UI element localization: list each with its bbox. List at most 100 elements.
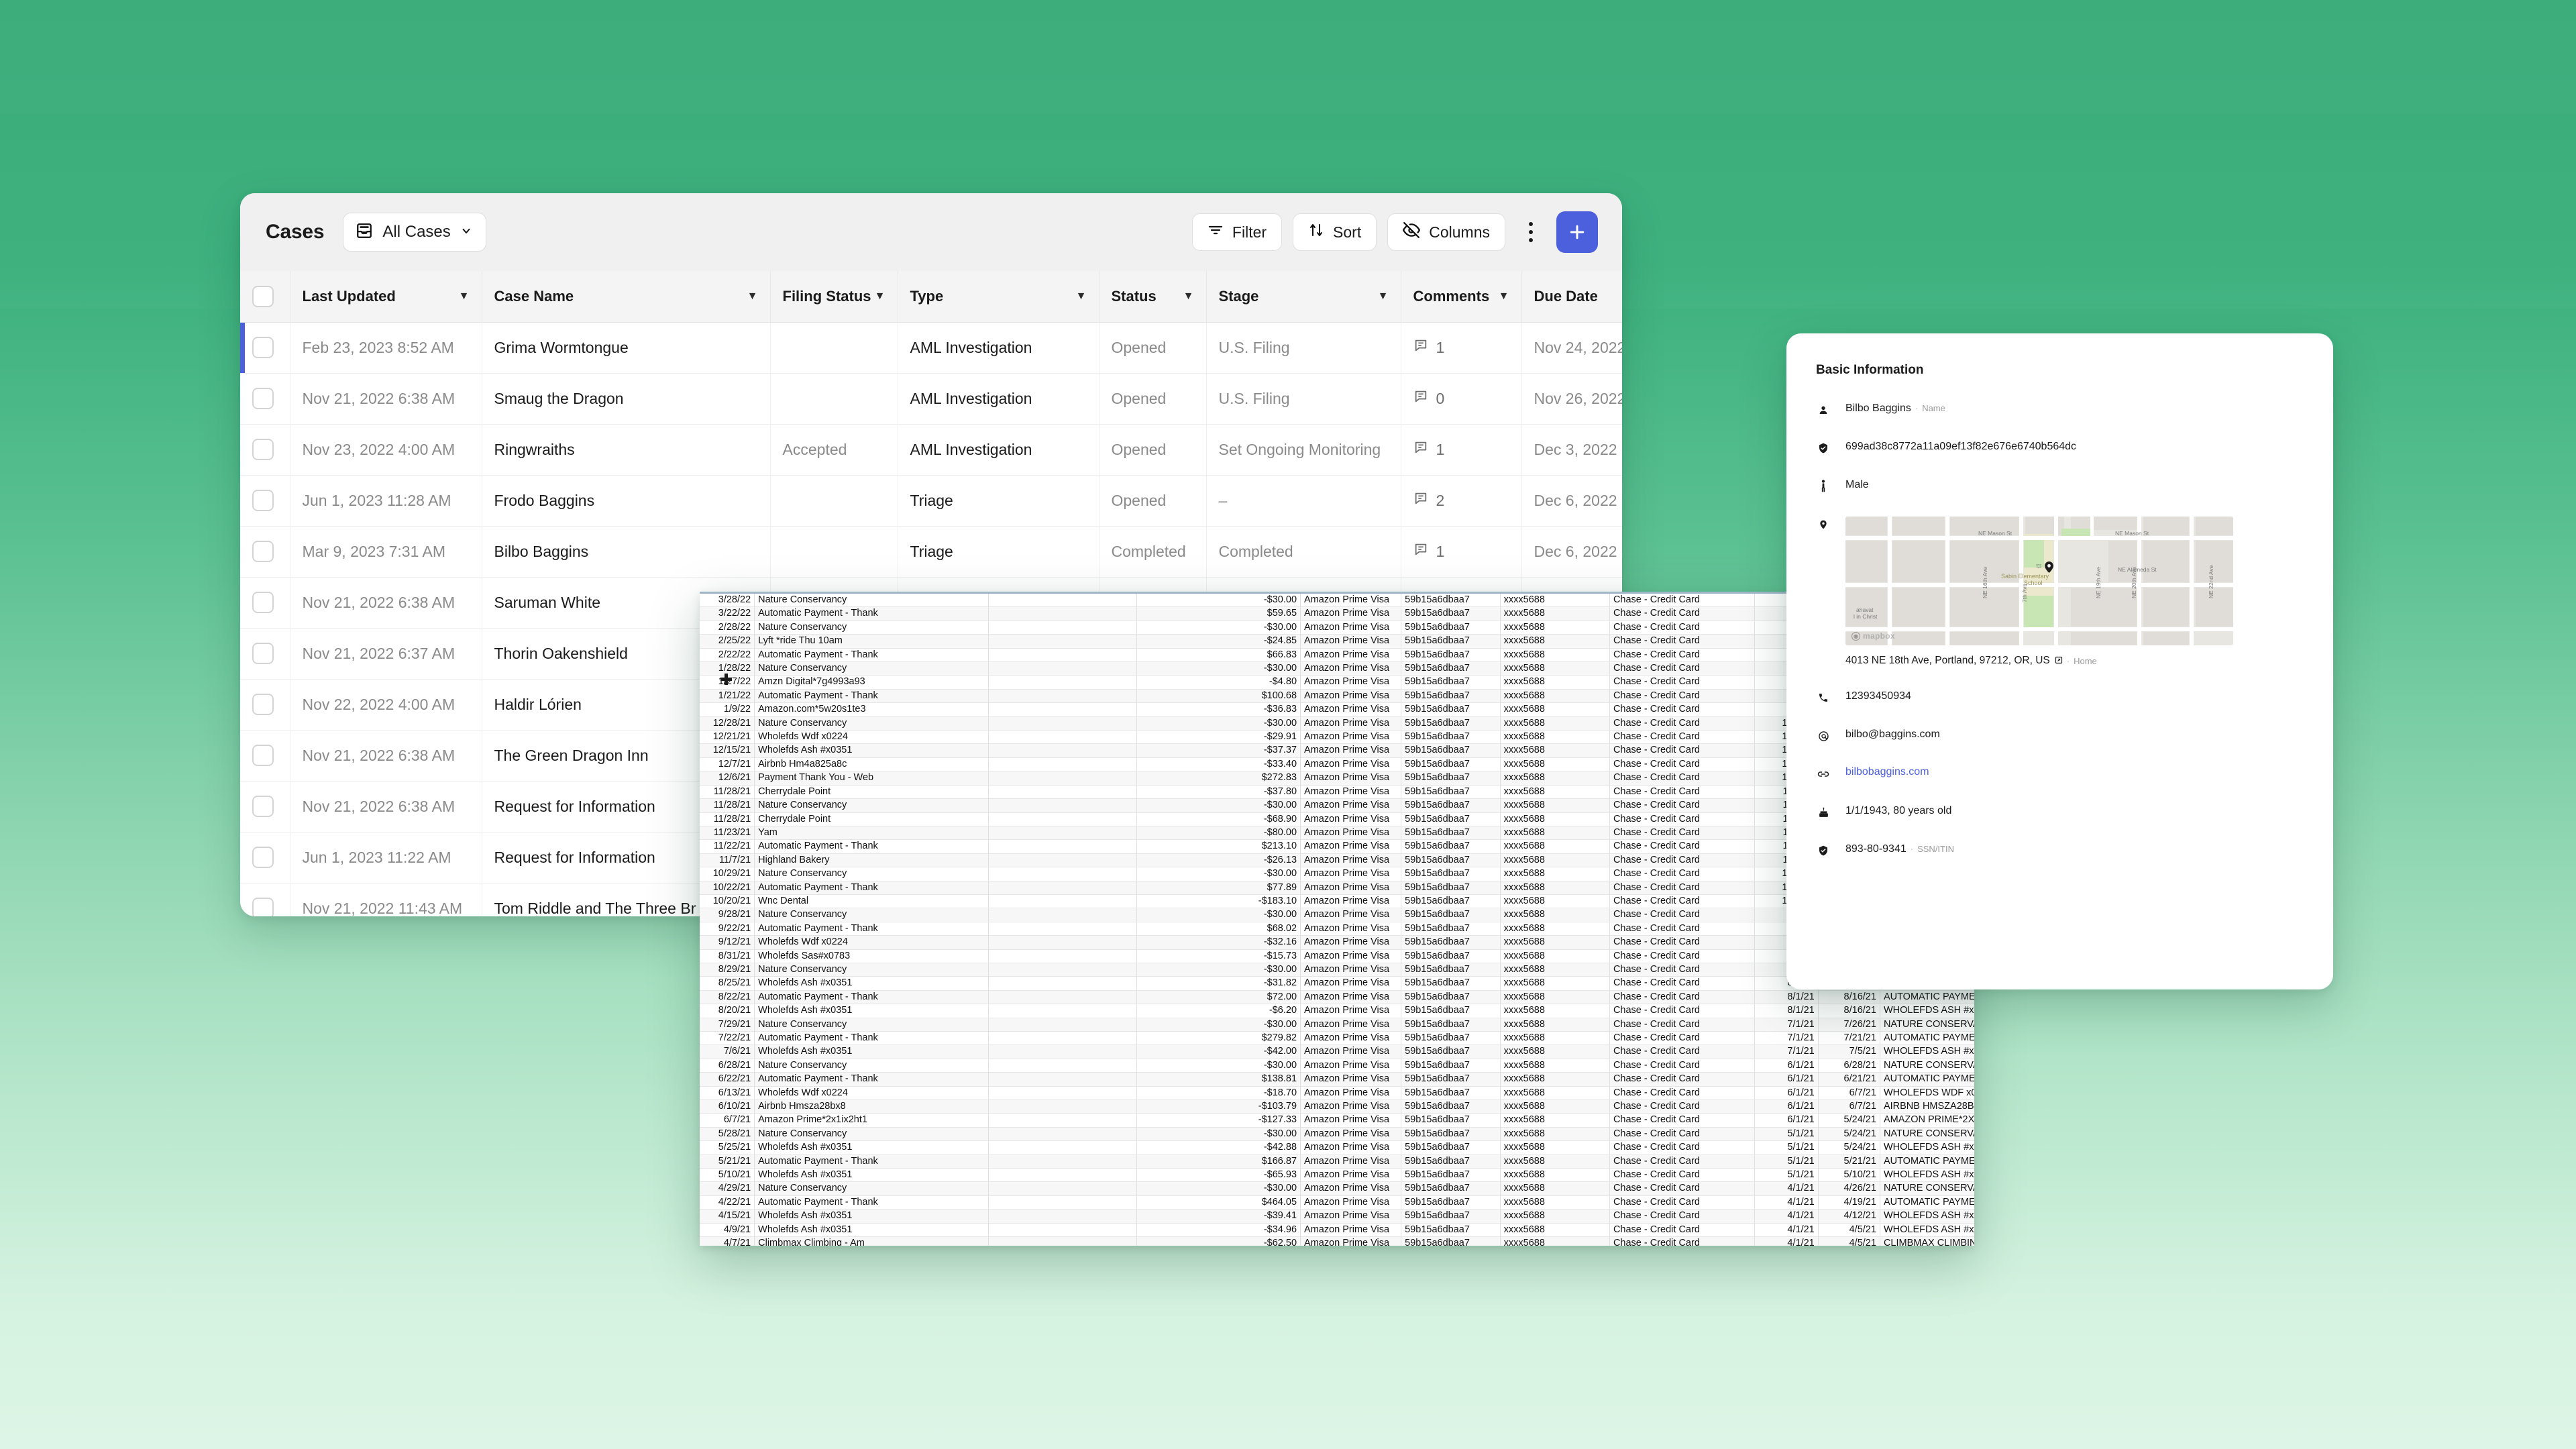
column-header-case-name[interactable]: Case Name ▼	[482, 271, 771, 323]
spreadsheet-row[interactable]: 10/22/21 Automatic Payment - Thank $77.89 A…	[700, 881, 1974, 895]
spreadsheet-row[interactable]: 8/31/21 Wholefds Sas#x0783 -$15.73 Amazon P…	[700, 949, 1974, 963]
row-checkbox[interactable]	[252, 388, 274, 409]
row-select-cell[interactable]	[240, 475, 290, 527]
spreadsheet-row[interactable]: 8/20/21 Wholefds Ash #x0351 -$6.20 Amazon P…	[700, 1004, 1974, 1018]
spreadsheet-row[interactable]: 11/28/21 Nature Conservancy -$30.00 Amazon …	[700, 798, 1974, 813]
row-checkbox[interactable]	[252, 847, 274, 868]
spreadsheet-row[interactable]: 2/28/22 Nature Conservancy -$30.00 Amazon P…	[700, 621, 1974, 635]
row-checkbox[interactable]	[252, 694, 274, 715]
row-select-cell[interactable]	[240, 730, 290, 782]
spreadsheet-row[interactable]: 12/21/21 Wholefds Wdf x0224 -$29.91 Amazon …	[700, 730, 1974, 745]
spreadsheet-row[interactable]: 5/21/21 Automatic Payment - Thank $166.87 A…	[700, 1155, 1974, 1169]
spreadsheet-row[interactable]: 4/9/21 Wholefds Ash #x0351 -$34.96 Amazon P…	[700, 1223, 1974, 1238]
filter-button[interactable]: Filter	[1191, 213, 1283, 251]
select-all-checkbox[interactable]	[252, 285, 274, 307]
spreadsheet-row[interactable]: 6/22/21 Automatic Payment - Thank $138.81 A…	[700, 1072, 1974, 1087]
sort-caret-icon[interactable]: ▼	[875, 290, 885, 302]
spreadsheet-row[interactable]: 6/13/21 Wholefds Wdf x0224 -$18.70 Amazon P…	[700, 1086, 1974, 1101]
spreadsheet-row[interactable]: 4/15/21 Wholefds Ash #x0351 -$39.41 Amazon …	[700, 1209, 1974, 1224]
spreadsheet-row[interactable]: 11/28/21 Cherrydale Point -$37.80 Amazon Pr…	[700, 785, 1974, 800]
spreadsheet-row[interactable]: 2/22/22 Automatic Payment - Thank $66.83 Am…	[700, 648, 1974, 663]
row-select-cell[interactable]	[240, 373, 290, 425]
spreadsheet-row[interactable]: 10/29/21 Nature Conservancy -$30.00 Amazon …	[700, 867, 1974, 881]
add-case-button[interactable]	[1556, 211, 1598, 253]
spreadsheet-row[interactable]: 11/23/21 Yam -$80.00 Amazon Prime Visa 59b15…	[700, 826, 1974, 841]
spreadsheet-row[interactable]: 8/22/21 Automatic Payment - Thank $72.00 Am…	[700, 990, 1974, 1005]
row-select-cell[interactable]	[240, 781, 290, 833]
spreadsheet-row[interactable]: 1/9/22 Amazon.com*5w20s1te3 -$36.83 Amazon …	[700, 702, 1974, 717]
spreadsheet-row[interactable]: 12/6/21 Payment Thank You - Web $272.83 Ama…	[700, 771, 1974, 786]
spreadsheet-row[interactable]: 1/21/22 Automatic Payment - Thank $100.68 A…	[700, 689, 1974, 704]
spreadsheet-row[interactable]: 3/22/22 Automatic Payment - Thank $59.65 Am…	[700, 606, 1974, 621]
sort-caret-icon[interactable]: ▼	[459, 290, 470, 302]
column-header-status[interactable]: Status ▼	[1099, 271, 1207, 323]
spreadsheet-row[interactable]: 1/28/22 Nature Conservancy -$30.00 Amazon P…	[700, 661, 1974, 676]
column-header-filing-status[interactable]: Filing Status ▼	[770, 271, 898, 323]
row-select-cell[interactable]	[240, 322, 290, 374]
spreadsheet-scroll-area[interactable]: 3/28/22 Nature Conservancy -$30.00 Amazon P…	[700, 594, 1974, 1246]
spreadsheet-row[interactable]: 9/12/21 Wholefds Wdf x0224 -$32.16 Amazon P…	[700, 935, 1974, 950]
external-link-icon[interactable]	[2055, 656, 2063, 666]
row-select-cell[interactable]	[240, 424, 290, 476]
website-link[interactable]: bilbobaggins.com	[1845, 766, 1929, 778]
row-select-cell[interactable]	[240, 628, 290, 680]
row-checkbox[interactable]	[252, 490, 274, 511]
column-header-last-updated[interactable]: Last Updated ▼	[290, 271, 482, 323]
row-checkbox[interactable]	[252, 898, 274, 916]
email-value[interactable]: bilbo@baggins.com	[1845, 728, 1940, 741]
spreadsheet-row[interactable]: 7/6/21 Wholefds Ash #x0351 -$42.00 Amazon P…	[700, 1044, 1974, 1059]
sort-caret-icon[interactable]: ▼	[747, 290, 758, 302]
row-checkbox[interactable]	[252, 745, 274, 766]
row-select-cell[interactable]	[240, 832, 290, 883]
spreadsheet-row[interactable]: 11/22/21 Automatic Payment - Thank $213.10…	[700, 839, 1974, 854]
columns-button[interactable]: Columns	[1387, 213, 1505, 251]
spreadsheet-row[interactable]: 8/25/21 Wholefds Ash #x0351 -$31.82 Amazon …	[700, 976, 1974, 991]
sort-caret-icon[interactable]: ▼	[1076, 290, 1087, 302]
spreadsheet-row[interactable]: 11/28/21 Cherrydale Point -$68.90 Amazon Pr…	[700, 812, 1974, 826]
row-checkbox[interactable]	[252, 439, 274, 460]
row-checkbox[interactable]	[252, 337, 274, 358]
column-header-stage[interactable]: Stage ▼	[1206, 271, 1401, 323]
table-row[interactable]: Mar 9, 2023 7:31 AM Bilbo Baggins Triage Co…	[240, 526, 1622, 578]
sort-button[interactable]: Sort	[1293, 213, 1377, 251]
spreadsheet-row[interactable]: 7/22/21 Automatic Payment - Thank $279.82 A…	[700, 1031, 1974, 1046]
spreadsheet-row[interactable]: 1/27/22 Amzn Digital*7g4993a93 -$4.80 Amazo…	[700, 675, 1974, 690]
spreadsheet-row[interactable]: 12/28/21 Nature Conservancy -$30.00 Amazon …	[700, 716, 1974, 731]
spreadsheet-row[interactable]: 10/20/21 Wnc Dental -$183.10 Amazon Prime V…	[700, 894, 1974, 909]
spreadsheet-row[interactable]: 5/25/21 Wholefds Ash #x0351 -$42.88 Amazon …	[700, 1140, 1974, 1155]
spreadsheet-row[interactable]: 6/10/21 Airbnb Hmsza28bx8 -$103.79 Amazon P…	[700, 1099, 1974, 1114]
spreadsheet-row[interactable]: 11/7/21 Highland Bakery -$26.13 Amazon Prim…	[700, 853, 1974, 868]
sort-caret-icon[interactable]: ▼	[1183, 290, 1194, 302]
spreadsheet-row[interactable]: 9/28/21 Nature Conservancy -$30.00 Amazon P…	[700, 908, 1974, 922]
more-options-button[interactable]	[1516, 213, 1546, 251]
row-checkbox[interactable]	[252, 541, 274, 562]
row-select-cell[interactable]	[240, 526, 290, 578]
sort-caret-icon[interactable]: ▼	[1378, 290, 1389, 302]
row-checkbox[interactable]	[252, 592, 274, 613]
table-row[interactable]: Nov 23, 2022 4:00 AM Ringwraiths Accepted A…	[240, 424, 1622, 476]
row-select-cell[interactable]	[240, 577, 290, 629]
spreadsheet-row[interactable]: 12/15/21 Wholefds Ash #x0351 -$37.37 Amazon…	[700, 743, 1974, 758]
row-select-cell[interactable]	[240, 883, 290, 916]
spreadsheet-row[interactable]: 6/28/21 Nature Conservancy -$30.00 Amazon P…	[700, 1059, 1974, 1073]
row-checkbox[interactable]	[252, 643, 274, 664]
column-header-comments[interactable]: Comments ▼	[1401, 271, 1522, 323]
spreadsheet-row[interactable]: 5/28/21 Nature Conservancy -$30.00 Amazon P…	[700, 1127, 1974, 1142]
table-row[interactable]: Jun 1, 2023 11:28 AM Frodo Baggins Triage O…	[240, 475, 1622, 527]
table-row[interactable]: Feb 23, 2023 8:52 AM Grima Wormtongue AML …	[240, 322, 1622, 374]
spreadsheet-row[interactable]: 4/29/21 Nature Conservancy -$30.00 Amazon P…	[700, 1181, 1974, 1196]
spreadsheet-row[interactable]: 8/29/21 Nature Conservancy -$30.00 Amazon P…	[700, 963, 1974, 977]
spreadsheet-row[interactable]: 2/25/22 Lyft *ride Thu 10am -$24.85 Amazon …	[700, 634, 1974, 649]
all-cases-view-selector[interactable]: All Cases	[343, 213, 486, 252]
spreadsheet-row[interactable]: 9/22/21 Automatic Payment - Thank $68.02 Am…	[700, 922, 1974, 936]
spreadsheet-row[interactable]: 12/7/21 Airbnb Hm4a825a8c -$33.40 Amazon Pr…	[700, 757, 1974, 772]
spreadsheet-row[interactable]: 4/22/21 Automatic Payment - Thank $464.05 A…	[700, 1195, 1974, 1210]
phone-value[interactable]: 12393450934	[1845, 690, 1911, 703]
spreadsheet-row[interactable]: 7/29/21 Nature Conservancy -$30.00 Amazon P…	[700, 1018, 1974, 1032]
row-select-cell[interactable]	[240, 679, 290, 731]
column-header-type[interactable]: Type ▼	[898, 271, 1099, 323]
spreadsheet-row[interactable]: 6/7/21 Amazon Prime*2x1ix2ht1 -$127.33 Amaz…	[700, 1113, 1974, 1128]
table-row[interactable]: Nov 21, 2022 6:38 AM Smaug the Dragon AML …	[240, 373, 1622, 425]
sort-caret-icon[interactable]: ▼	[1499, 290, 1509, 302]
column-header-due-date[interactable]: Due Date▼	[1521, 271, 1622, 323]
